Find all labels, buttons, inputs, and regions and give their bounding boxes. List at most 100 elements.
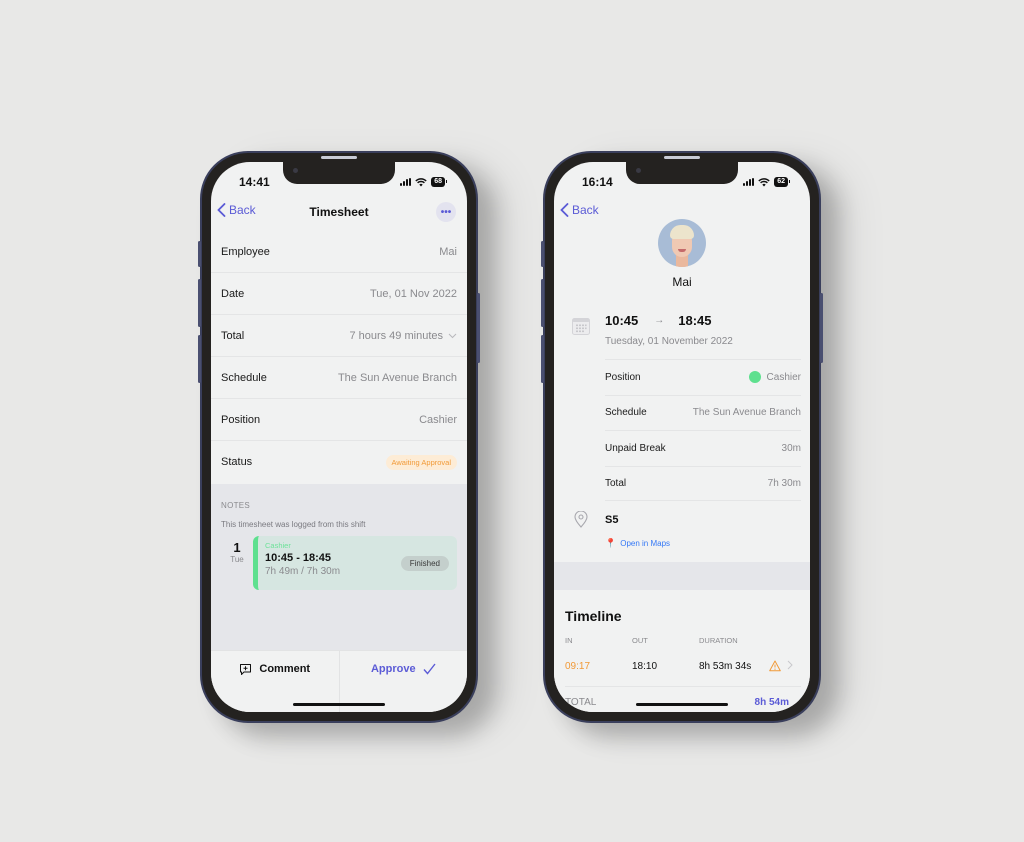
- open-in-maps-label: Open in Maps: [620, 539, 671, 548]
- shift-end-time: 18:45: [678, 313, 712, 328]
- checkmark-icon: [423, 663, 436, 675]
- date-row[interactable]: Date Tue, 01 Nov 2022: [211, 273, 467, 315]
- divider: [565, 686, 801, 687]
- status-row: Status Awaiting Approval: [211, 441, 467, 483]
- location-pin-icon: [574, 511, 588, 528]
- position-row[interactable]: Position Cashier: [211, 399, 467, 441]
- notes-heading: NOTES: [221, 501, 251, 510]
- wifi-icon: [758, 177, 770, 186]
- more-options-button[interactable]: •••: [436, 202, 456, 222]
- back-label: Back: [572, 203, 599, 217]
- chevron-right-icon: [787, 660, 793, 670]
- battery-icon: 62: [774, 177, 790, 187]
- cellular-signal-icon: [743, 178, 755, 186]
- timeline-entry[interactable]: 09:17 18:10 8h 53m 34s: [565, 660, 799, 681]
- chevron-down-icon[interactable]: [448, 333, 457, 339]
- total-label: TOTAL: [565, 697, 597, 708]
- row-label: Total: [605, 477, 627, 489]
- back-button[interactable]: Back: [217, 203, 256, 217]
- calendar-icon: [572, 318, 590, 335]
- phone-timesheet: 14:41 68 Back Timesheet ••• Employee Mai…: [198, 151, 480, 723]
- status-time: 14:41: [239, 175, 270, 189]
- row-label: Position: [605, 371, 641, 383]
- chevron-left-icon: [560, 203, 569, 217]
- power-button: [477, 293, 480, 363]
- clock-in-time: 09:17: [565, 661, 591, 672]
- schedule-row[interactable]: Schedule The Sun Avenue Branch: [211, 357, 467, 399]
- employee-row[interactable]: Employee Mai: [211, 231, 467, 273]
- position-row: Position Cashier: [605, 359, 801, 395]
- unpaid-break-value: 30m: [781, 442, 801, 454]
- total-value: 7h 30m: [767, 477, 801, 489]
- row-label: Date: [221, 287, 245, 300]
- mute-switch: [541, 241, 544, 267]
- schedule-value: The Sun Avenue Branch: [692, 407, 801, 419]
- clock-out-time: 18:10: [632, 661, 658, 672]
- day-number: 1: [233, 540, 241, 555]
- timeline-section: Timeline IN OUT DURATION 09:17 18:10 8h …: [554, 590, 810, 712]
- map-pin-icon: 📍: [605, 538, 617, 548]
- row-label: Unpaid Break: [605, 442, 666, 454]
- schedule-value: The Sun Avenue Branch: [337, 371, 457, 384]
- position-value: Cashier: [766, 371, 801, 383]
- total-value: 7 hours 49 minutes: [349, 329, 443, 342]
- home-indicator[interactable]: [293, 703, 385, 706]
- notes-description: This timesheet was logged from this shif…: [221, 520, 366, 529]
- row-label: Total: [221, 329, 245, 342]
- wifi-icon: [415, 177, 427, 186]
- mute-switch: [198, 241, 201, 267]
- notch: [283, 162, 395, 184]
- volume-down-button: [198, 335, 201, 383]
- header-out: OUT: [632, 636, 648, 645]
- volume-up-button: [541, 279, 544, 327]
- back-label: Back: [229, 203, 256, 217]
- nav-bar: Back Timesheet •••: [211, 198, 467, 226]
- total-row[interactable]: Total 7 hours 49 minutes: [211, 315, 467, 357]
- entry-duration: 8h 53m 34s: [699, 661, 752, 672]
- timesheet-details: Employee Mai Date Tue, 01 Nov 2022 Total…: [211, 231, 467, 483]
- home-indicator[interactable]: [636, 703, 728, 706]
- row-label: Employee: [221, 245, 270, 258]
- power-button: [820, 293, 823, 363]
- speaker-grille: [321, 156, 357, 159]
- page-title: Timesheet: [309, 205, 369, 219]
- chevron-left-icon: [217, 203, 226, 217]
- linked-shift[interactable]: 1 Tue Cashier 10:45 - 18:45 7h 49m / 7h …: [221, 536, 457, 590]
- volume-down-button: [541, 335, 544, 383]
- employee-profile: Mai: [554, 219, 810, 289]
- notes-section: NOTES This timesheet was logged from thi…: [211, 484, 467, 664]
- cellular-signal-icon: [400, 178, 412, 186]
- location-name: S5: [605, 514, 619, 526]
- section-divider: [554, 562, 810, 590]
- warning-icon: [769, 660, 781, 672]
- shift-role: Cashier: [265, 541, 291, 550]
- shift-date: Tuesday, 01 November 2022: [605, 336, 733, 347]
- employee-value: Mai: [439, 245, 457, 258]
- phone-shift-detail: 16:14 62 Back Mai 10:45 → 18:45 Tuesday,…: [541, 151, 823, 723]
- row-label: Status: [221, 456, 253, 468]
- schedule-row: Schedule The Sun Avenue Branch: [605, 394, 801, 431]
- date-value: Tue, 01 Nov 2022: [369, 287, 457, 300]
- screen: 14:41 68 Back Timesheet ••• Employee Mai…: [211, 162, 467, 712]
- shift-card[interactable]: Cashier 10:45 - 18:45 7h 49m / 7h 30m Fi…: [253, 536, 457, 590]
- notch: [626, 162, 738, 184]
- ellipsis-icon: •••: [440, 206, 452, 218]
- arrow-right-icon: →: [654, 315, 665, 326]
- position-color-dot: [748, 371, 761, 384]
- row-label: Schedule: [605, 407, 647, 419]
- back-button[interactable]: Back: [560, 203, 599, 217]
- volume-up-button: [198, 279, 201, 327]
- header-duration: DURATION: [699, 636, 738, 645]
- battery-icon: 68: [431, 177, 447, 187]
- day-name: Tue: [230, 555, 244, 564]
- avatar[interactable]: [658, 219, 706, 267]
- open-in-maps-link[interactable]: 📍 Open in Maps: [605, 538, 670, 549]
- speaker-grille: [664, 156, 700, 159]
- position-value: Cashier: [419, 413, 457, 426]
- shift-day: 1 Tue: [221, 536, 253, 590]
- status-time: 16:14: [582, 175, 613, 189]
- unpaid-break-row: Unpaid Break 30m: [605, 430, 801, 466]
- employee-name: Mai: [672, 275, 692, 289]
- total-row: Total 7h 30m: [605, 465, 801, 501]
- comment-label: Comment: [259, 663, 311, 675]
